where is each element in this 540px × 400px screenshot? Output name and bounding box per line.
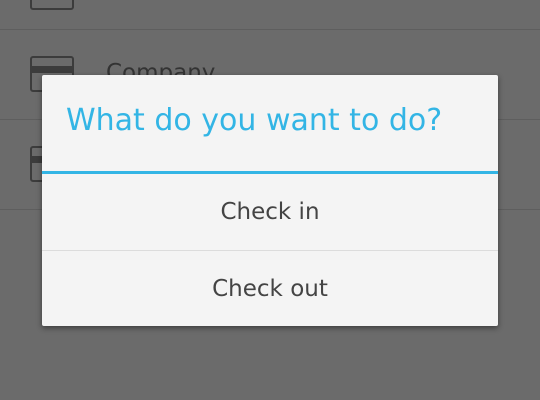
dialog-title: What do you want to do? (66, 103, 443, 138)
card-icon (30, 0, 74, 10)
list-item[interactable] (0, 0, 540, 30)
action-dialog: What do you want to do? Check in Check o… (42, 75, 498, 326)
check-out-option[interactable]: Check out (42, 251, 498, 326)
check-in-option[interactable]: Check in (42, 174, 498, 250)
